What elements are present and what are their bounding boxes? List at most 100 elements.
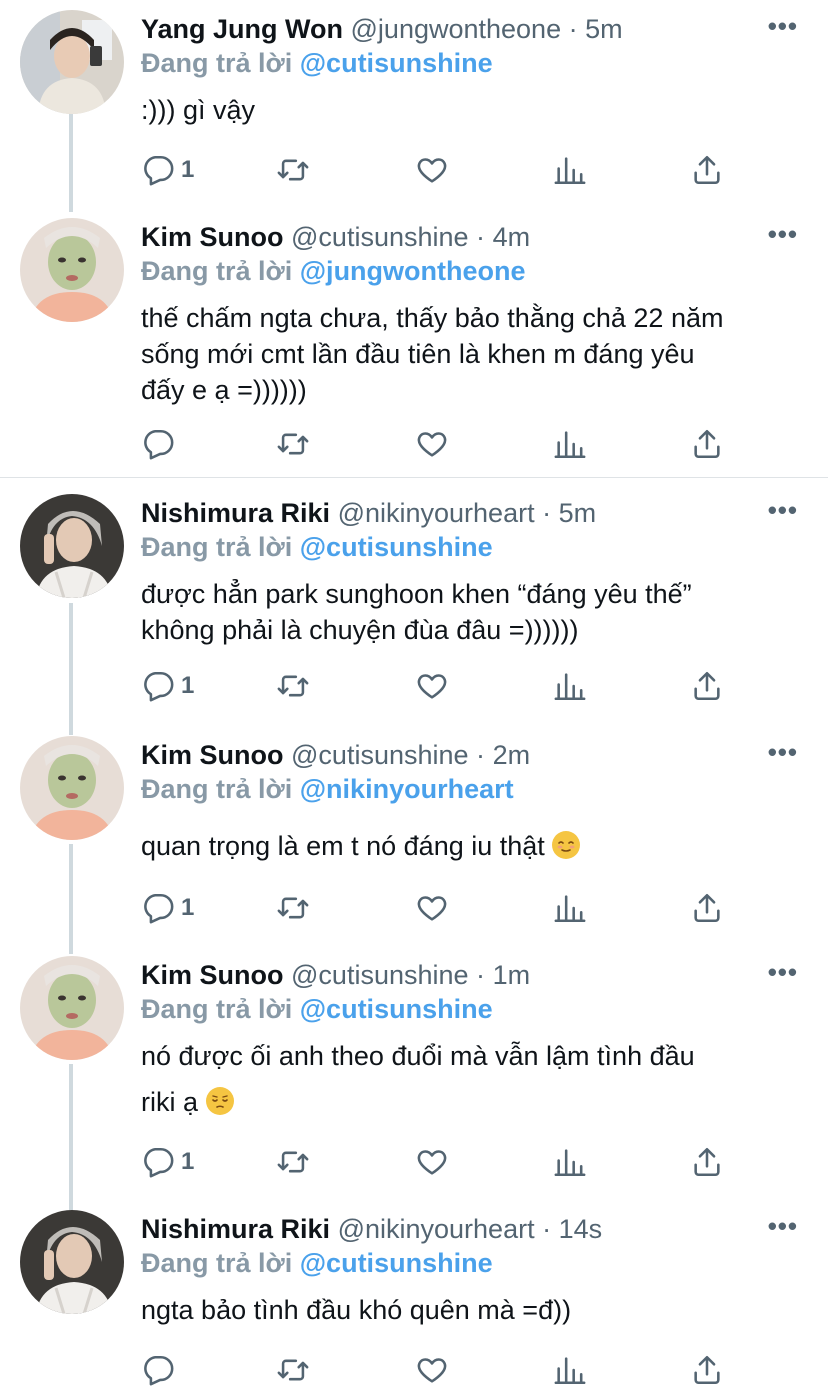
user-handle[interactable]: @cutisunshine <box>291 740 469 770</box>
retweet-button[interactable] <box>276 150 310 190</box>
more-options-icon[interactable]: ••• <box>768 221 798 247</box>
analytics-button[interactable] <box>553 1142 587 1182</box>
user-handle[interactable]: @nikinyourheart <box>338 498 535 528</box>
tweet-text-line: riki ạ <box>141 1084 811 1120</box>
more-options-icon[interactable]: ••• <box>768 739 798 765</box>
reply-button[interactable]: 1 <box>141 666 194 706</box>
retweet-icon <box>277 897 309 919</box>
reply-prefix: Đang trả lời <box>141 994 293 1024</box>
more-options-icon[interactable]: ••• <box>768 1213 798 1239</box>
retweet-icon <box>277 1151 309 1173</box>
display-name[interactable]: Kim Sunoo <box>141 222 284 252</box>
user-handle[interactable]: @jungwontheone <box>351 14 562 44</box>
separator-dot: · <box>568 14 578 44</box>
tweet[interactable]: Kim Sunoo @cutisunshine · 2m ••• Đang tr… <box>0 736 828 936</box>
reply-button[interactable] <box>141 424 181 464</box>
retweet-icon <box>277 159 309 181</box>
display-name[interactable]: Nishimura Riki <box>141 1214 330 1244</box>
timestamp[interactable]: 2m <box>493 740 531 770</box>
display-name[interactable]: Nishimura Riki <box>141 498 330 528</box>
retweet-button[interactable] <box>276 1350 310 1390</box>
user-handle[interactable]: @nikinyourheart <box>338 1214 535 1244</box>
share-button[interactable] <box>690 888 724 928</box>
like-icon <box>417 1150 447 1175</box>
mention-link[interactable]: @jungwontheone <box>300 256 526 286</box>
avatar[interactable] <box>20 494 124 598</box>
tweet-text-line: ngta bảo tình đầu khó quên mà =đ)) <box>141 1295 572 1325</box>
analytics-icon <box>554 1357 586 1385</box>
tweet[interactable]: Yang Jung Won @jungwontheone · 5m ••• Đa… <box>0 10 828 200</box>
action-bar <box>141 1350 741 1390</box>
timestamp[interactable]: 1m <box>493 960 531 990</box>
like-button[interactable] <box>415 1142 449 1182</box>
retweet-button[interactable] <box>276 888 310 928</box>
like-button[interactable] <box>415 424 449 464</box>
tweet-text-line: quan trọng là em t nó đáng iu thật <box>141 828 811 864</box>
user-handle[interactable]: @cutisunshine <box>291 222 469 252</box>
tweet[interactable]: Nishimura Riki @nikinyourheart · 14s •••… <box>0 1210 828 1397</box>
tweet[interactable]: Nishimura Riki @nikinyourheart · 5m ••• … <box>0 494 828 714</box>
reply-button[interactable]: 1 <box>141 888 194 928</box>
like-icon <box>417 896 447 921</box>
avatar-riki-image <box>20 494 124 598</box>
like-button[interactable] <box>415 666 449 706</box>
analytics-button[interactable] <box>553 1350 587 1390</box>
like-button[interactable] <box>415 1350 449 1390</box>
retweet-button[interactable] <box>276 1142 310 1182</box>
share-icon <box>694 1355 720 1385</box>
avatar[interactable] <box>20 956 124 1060</box>
retweet-icon <box>277 1359 309 1381</box>
mention-link[interactable]: @cutisunshine <box>300 48 493 78</box>
analytics-button[interactable] <box>553 666 587 706</box>
display-name[interactable]: Kim Sunoo <box>141 960 284 990</box>
like-icon <box>417 674 447 699</box>
avatar[interactable] <box>20 218 124 322</box>
retweet-button[interactable] <box>276 666 310 706</box>
share-button[interactable] <box>690 666 724 706</box>
reply-button[interactable]: 1 <box>141 1142 194 1182</box>
share-button[interactable] <box>690 150 724 190</box>
replying-to: Đang trả lời @cutisunshine <box>141 1246 493 1280</box>
share-icon <box>694 671 720 701</box>
more-options-icon[interactable]: ••• <box>768 13 798 39</box>
like-button[interactable] <box>415 888 449 928</box>
tweet[interactable]: Kim Sunoo @cutisunshine · 4m ••• Đang tr… <box>0 218 828 468</box>
reply-button[interactable]: 1 <box>141 150 194 190</box>
avatar[interactable] <box>20 1210 124 1314</box>
mention-link[interactable]: @nikinyourheart <box>300 774 514 804</box>
avatar[interactable] <box>20 736 124 840</box>
retweet-icon <box>277 433 309 455</box>
action-bar: 1 <box>141 888 741 928</box>
mention-link[interactable]: @cutisunshine <box>300 532 493 562</box>
analytics-button[interactable] <box>553 150 587 190</box>
like-icon <box>417 158 447 183</box>
tweet-text-content: riki ạ <box>141 1087 199 1117</box>
replying-to: Đang trả lời @jungwontheone <box>141 254 526 288</box>
timestamp[interactable]: 5m <box>559 498 597 528</box>
analytics-button[interactable] <box>553 424 587 464</box>
more-options-icon[interactable]: ••• <box>768 959 798 985</box>
analytics-button[interactable] <box>553 888 587 928</box>
share-button[interactable] <box>690 1142 724 1182</box>
tweet[interactable]: Kim Sunoo @cutisunshine · 1m ••• Đang tr… <box>0 956 828 1196</box>
mention-link[interactable]: @cutisunshine <box>300 1248 493 1278</box>
separator-dot: · <box>476 960 486 990</box>
analytics-icon <box>554 673 586 701</box>
reply-button[interactable] <box>141 1350 181 1390</box>
user-handle[interactable]: @cutisunshine <box>291 960 469 990</box>
like-button[interactable] <box>415 150 449 190</box>
display-name[interactable]: Yang Jung Won <box>141 14 343 44</box>
share-button[interactable] <box>690 1350 724 1390</box>
share-icon <box>694 429 720 459</box>
more-options-icon[interactable]: ••• <box>768 497 798 523</box>
tweet-text: quan trọng là em t nó đáng iu thật <box>141 828 811 864</box>
timestamp[interactable]: 5m <box>585 14 623 44</box>
retweet-button[interactable] <box>276 424 310 464</box>
mention-link[interactable]: @cutisunshine <box>300 994 493 1024</box>
timestamp[interactable]: 4m <box>493 222 531 252</box>
timestamp[interactable]: 14s <box>559 1214 603 1244</box>
avatar[interactable] <box>20 10 124 114</box>
tweet-text-line: đấy e ạ =)))))) <box>141 375 307 405</box>
display-name[interactable]: Kim Sunoo <box>141 740 284 770</box>
share-button[interactable] <box>690 424 724 464</box>
